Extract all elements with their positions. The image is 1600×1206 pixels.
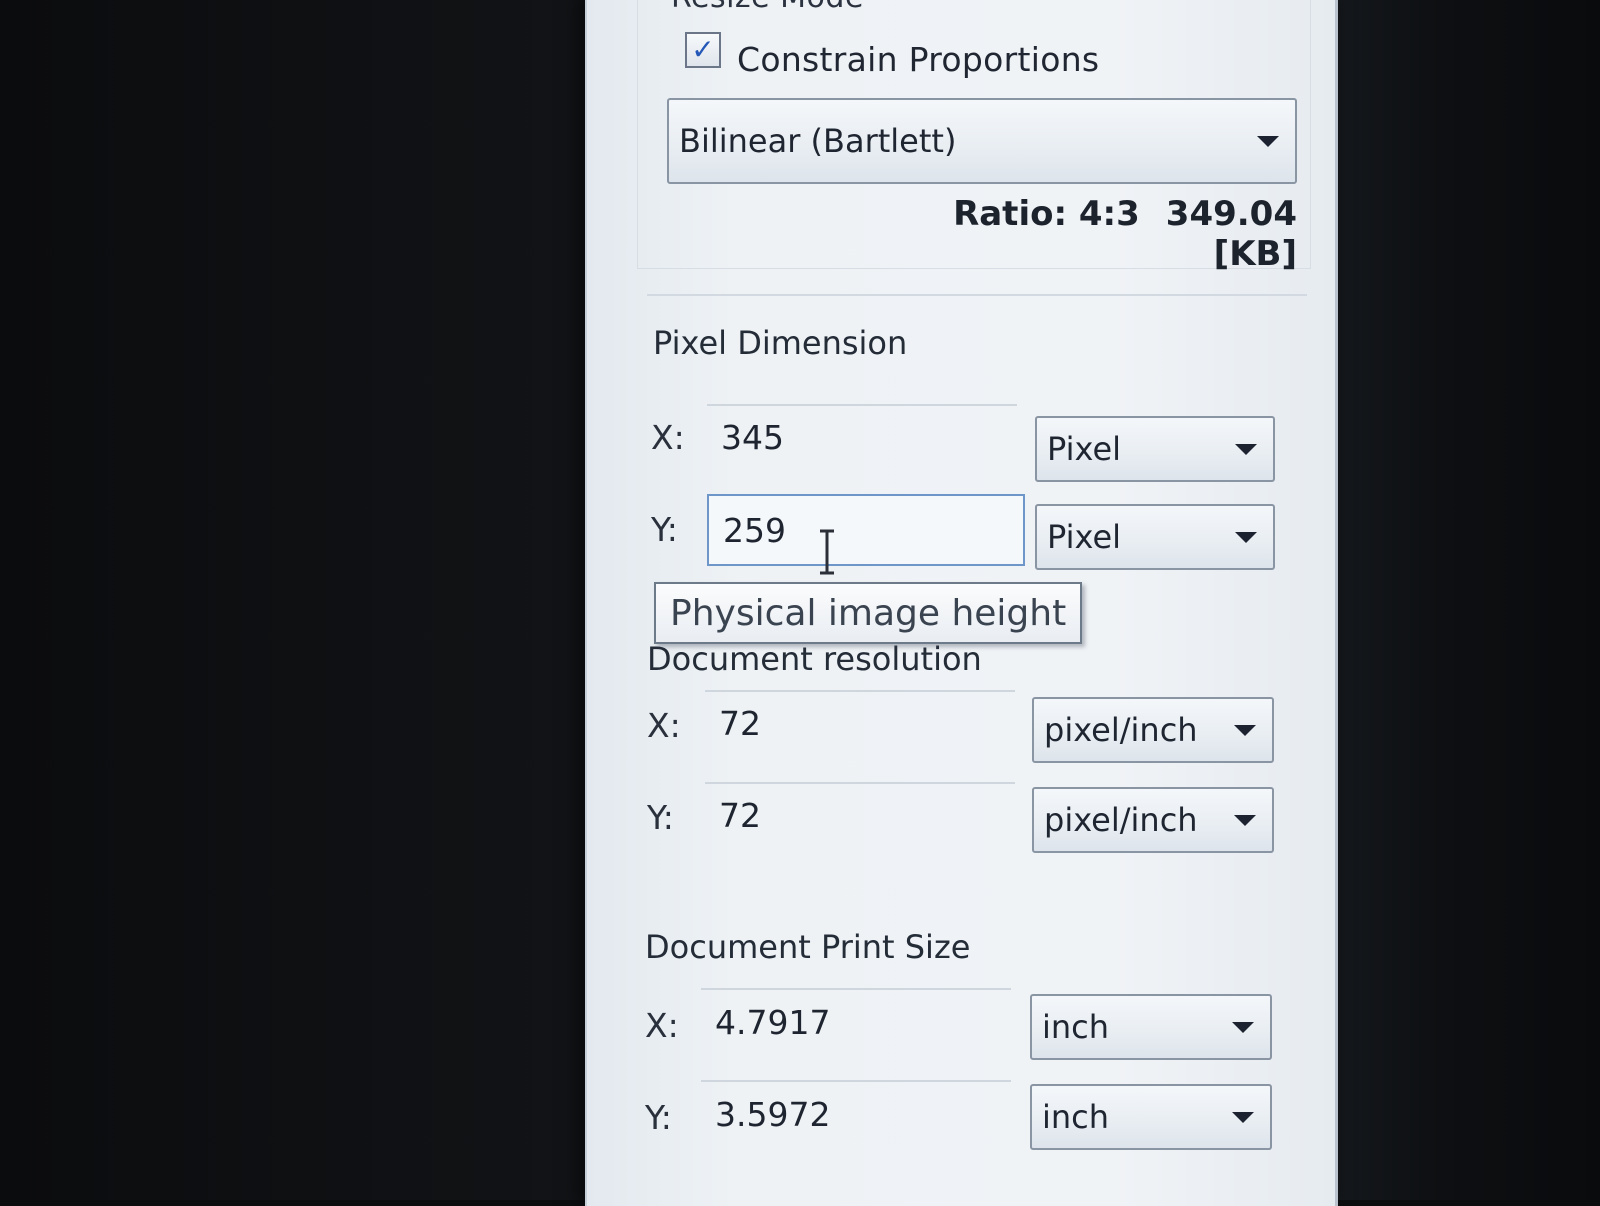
interpolation-select-value: Bilinear (Bartlett): [679, 122, 957, 160]
print-y-label: Y:: [645, 1098, 672, 1137]
pixel-y-unit-value: Pixel: [1047, 518, 1122, 556]
chevron-down-icon: [1232, 1112, 1254, 1123]
pixel-x-unit-select[interactable]: Pixel: [1035, 416, 1275, 482]
resolution-y-input[interactable]: 72: [705, 782, 1015, 846]
ratio-and-size-readout: Ratio: 4:3 349.04 [KB]: [862, 194, 1297, 274]
resolution-x-label: X:: [647, 706, 681, 745]
resize-mode-title: Resize Mode: [671, 0, 864, 15]
print-x-unit-select[interactable]: inch: [1030, 994, 1272, 1060]
text-cursor-icon: [820, 529, 834, 575]
print-y-unit-select[interactable]: inch: [1030, 1084, 1272, 1150]
tooltip: Physical image height: [654, 582, 1083, 644]
ratio-value: Ratio: 4:3: [953, 194, 1140, 234]
constrain-proportions-checkbox[interactable]: ✓: [685, 32, 721, 68]
interpolation-select[interactable]: Bilinear (Bartlett): [667, 98, 1297, 184]
chevron-down-icon: [1235, 444, 1257, 455]
chevron-down-icon: [1235, 532, 1257, 543]
print-x-input[interactable]: 4.7917: [701, 988, 1011, 1054]
chevron-down-icon: [1257, 136, 1279, 147]
print-y-unit-value: inch: [1042, 1098, 1110, 1136]
file-size-value: 349.04 [KB]: [1165, 194, 1297, 274]
chevron-down-icon: [1234, 725, 1256, 736]
resolution-y-unit-value: pixel/inch: [1044, 801, 1198, 839]
pixel-y-label: Y:: [651, 510, 678, 549]
chevron-down-icon: [1234, 815, 1256, 826]
pixel-x-unit-value: Pixel: [1047, 430, 1122, 468]
window-frame-edge: [1335, 0, 1600, 1200]
pixel-y-input[interactable]: 259: [707, 494, 1025, 566]
resolution-x-input[interactable]: 72: [705, 690, 1015, 754]
print-y-input[interactable]: 3.5972: [701, 1080, 1011, 1146]
resolution-y-unit-select[interactable]: pixel/inch: [1032, 787, 1274, 853]
divider: [647, 294, 1307, 296]
print-x-label: X:: [645, 1006, 679, 1045]
pixel-y-unit-select[interactable]: Pixel: [1035, 504, 1275, 570]
resolution-x-unit-value: pixel/inch: [1044, 711, 1198, 749]
check-icon: ✓: [691, 33, 715, 66]
chevron-down-icon: [1232, 1022, 1254, 1033]
print-x-unit-value: inch: [1042, 1008, 1110, 1046]
resolution-x-unit-select[interactable]: pixel/inch: [1032, 697, 1274, 763]
resolution-y-label: Y:: [647, 798, 674, 837]
document-print-size-title: Document Print Size: [645, 928, 971, 966]
pixel-dimension-title: Pixel Dimension: [653, 324, 908, 362]
pixel-x-input[interactable]: 345: [707, 404, 1017, 468]
constrain-proportions-label[interactable]: Constrain Proportions: [737, 40, 1099, 79]
document-resolution-title: Document resolution: [647, 640, 982, 678]
pixel-x-label: X:: [651, 418, 685, 457]
